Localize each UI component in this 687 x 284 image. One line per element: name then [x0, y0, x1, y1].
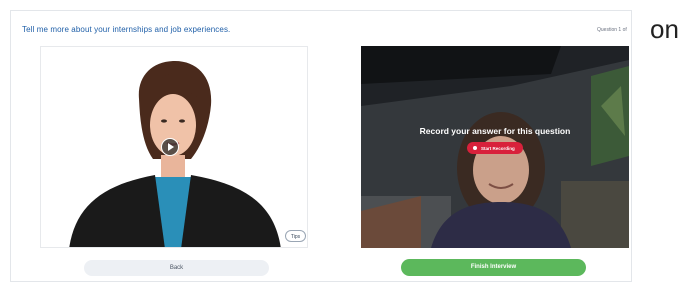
- start-recording-label: Start Recording: [481, 145, 515, 151]
- question-text: Tell me more about your internships and …: [22, 25, 231, 34]
- overflow-text: on: [650, 14, 679, 44]
- question-counter: Question 1 of: [597, 27, 627, 33]
- back-button[interactable]: Back: [84, 260, 269, 276]
- tips-button[interactable]: Tips: [285, 230, 306, 242]
- finish-interview-button[interactable]: Finish Interview: [401, 259, 586, 276]
- interviewer-video[interactable]: Tips: [40, 46, 308, 248]
- record-prompt: Record your answer for this question: [419, 126, 571, 136]
- play-icon[interactable]: [161, 138, 179, 156]
- record-dot-icon: [473, 146, 477, 150]
- webcam-preview: Record your answer for this question Sta…: [361, 46, 629, 248]
- interview-card: Tell me more about your internships and …: [10, 10, 632, 282]
- start-recording-button[interactable]: Start Recording: [467, 142, 523, 154]
